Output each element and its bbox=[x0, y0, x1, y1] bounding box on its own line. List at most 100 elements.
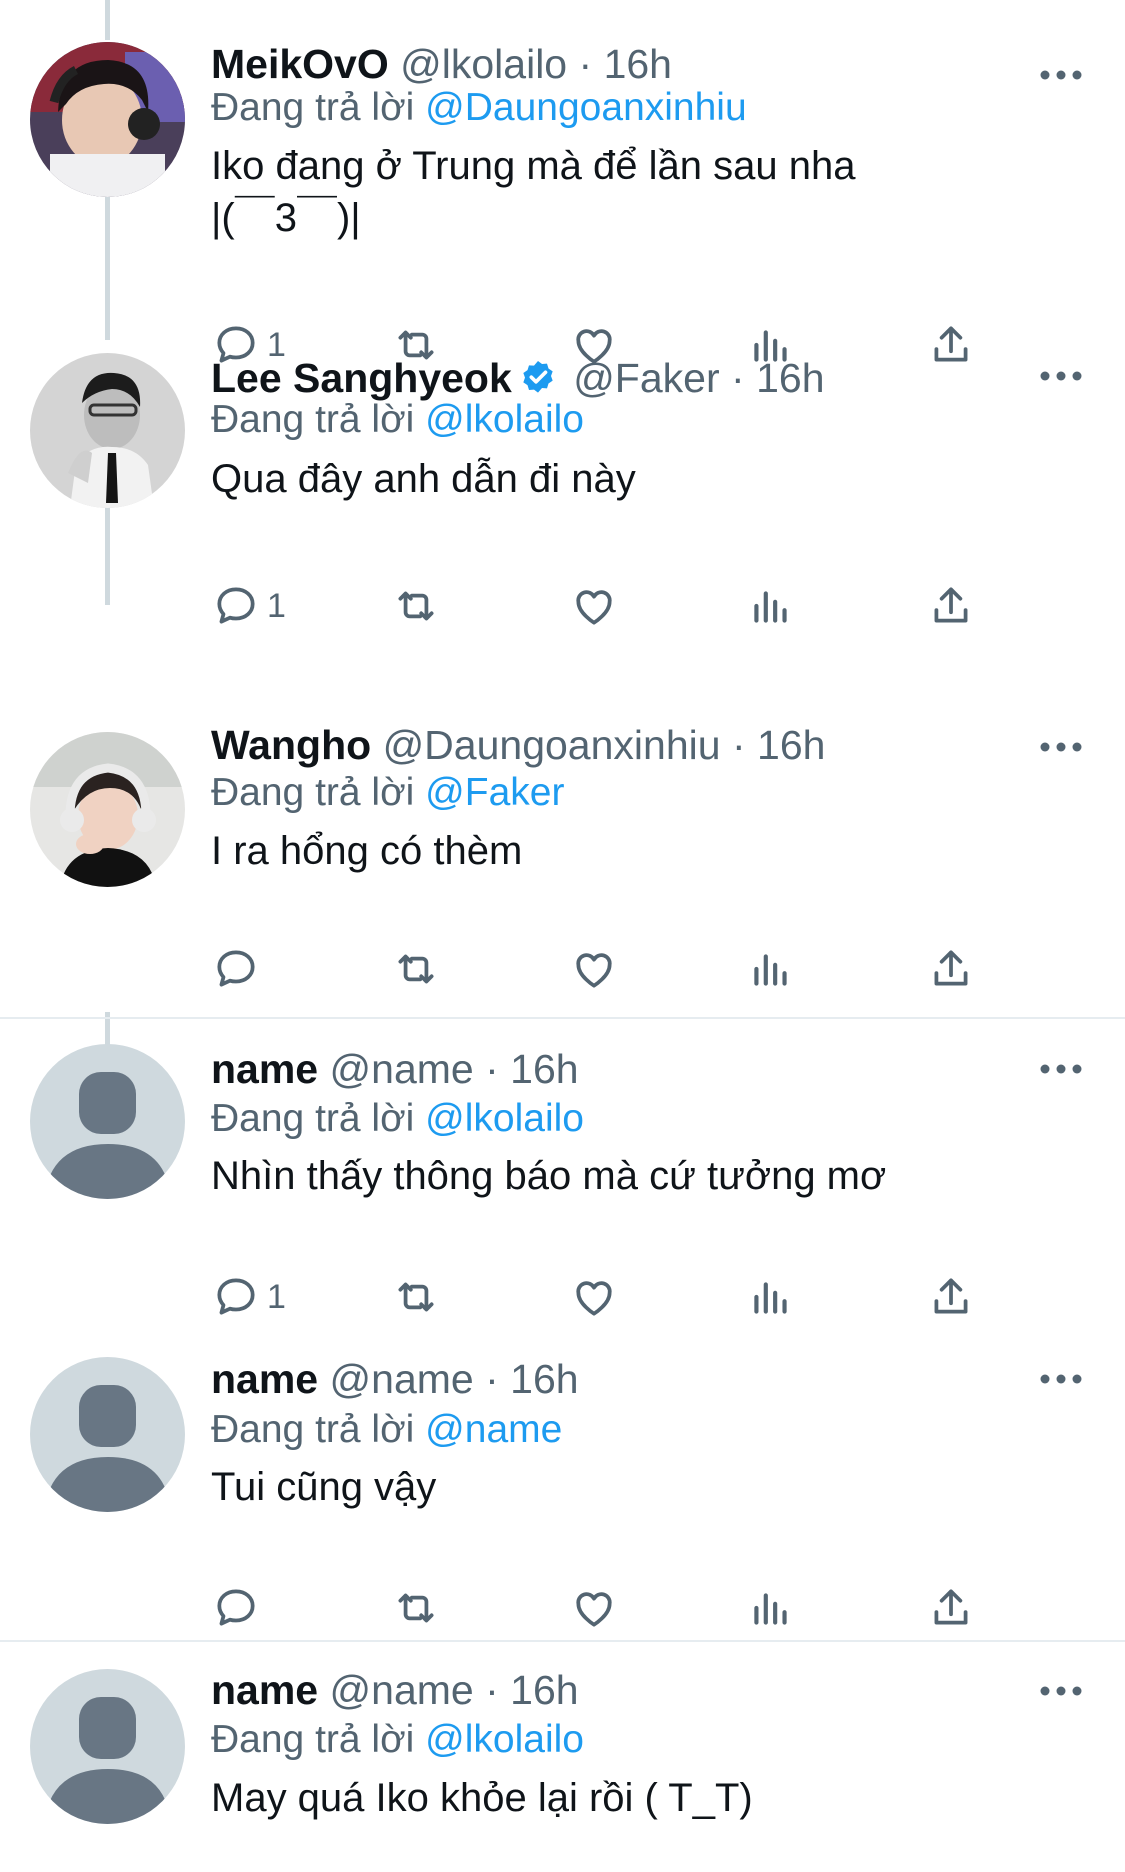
action-bar: 1 bbox=[211, 578, 1011, 634]
display-name[interactable]: name bbox=[211, 1667, 318, 1713]
like-button[interactable] bbox=[569, 1580, 619, 1636]
retweet-icon bbox=[398, 1593, 434, 1623]
user-handle[interactable]: @lkolailo bbox=[400, 41, 567, 87]
views-button[interactable] bbox=[746, 1580, 796, 1636]
separator-dot: · bbox=[485, 1356, 499, 1402]
share-button[interactable] bbox=[926, 578, 976, 634]
more-icon[interactable] bbox=[1038, 1062, 1084, 1076]
tweet-text: I ra hổng có thèm bbox=[211, 825, 1091, 877]
replying-label: Đang trả lời bbox=[211, 1408, 415, 1451]
tweet[interactable]: name @name · 16h Đang trả lời @name Tui … bbox=[0, 1329, 1125, 1639]
avatar-photo bbox=[30, 732, 185, 887]
tweet[interactable]: Lee Sanghyeok @Faker · 16h Đang trả lời … bbox=[0, 340, 1125, 650]
like-button[interactable] bbox=[569, 1269, 619, 1325]
mention-link[interactable]: @lkolailo bbox=[425, 1718, 584, 1761]
avatar-photo bbox=[30, 353, 185, 508]
views-button[interactable] bbox=[746, 1269, 796, 1325]
tweet-text: May quá Iko khỏe lại rồi ( T_T) bbox=[211, 1772, 1091, 1824]
avatar[interactable] bbox=[30, 1669, 185, 1824]
separator-dot: · bbox=[578, 41, 593, 87]
tweet-text-line: I ra hổng có thèm bbox=[211, 829, 523, 873]
like-button[interactable] bbox=[569, 941, 619, 997]
more-icon[interactable] bbox=[1038, 369, 1084, 383]
tweet-text-line: |(￣3￣)| bbox=[211, 196, 361, 240]
views-button[interactable] bbox=[746, 941, 796, 997]
timestamp[interactable]: 16h bbox=[510, 1356, 578, 1402]
reply-count: 1 bbox=[267, 586, 286, 625]
mention-link[interactable]: @lkolailo bbox=[425, 1097, 584, 1140]
tweet-text-line: May quá Iko khỏe lại rồi ( T_T) bbox=[211, 1776, 753, 1820]
mention-link[interactable]: @Faker bbox=[425, 771, 564, 814]
mention-link[interactable]: @Daungoanxinhiu bbox=[425, 86, 746, 129]
user-handle[interactable]: @name bbox=[330, 1046, 474, 1092]
reply-button[interactable] bbox=[211, 1580, 267, 1636]
timestamp[interactable]: 16h bbox=[510, 1667, 578, 1713]
avatar[interactable] bbox=[30, 353, 185, 508]
tweet[interactable]: name @name · 16h Đang trả lời @lkolailo … bbox=[0, 1019, 1125, 1329]
default-avatar bbox=[30, 1357, 185, 1512]
mention-link[interactable]: @lkolailo bbox=[425, 398, 584, 441]
mention-link[interactable]: @name bbox=[425, 1408, 562, 1451]
retweet-button[interactable] bbox=[391, 941, 441, 997]
tweet-text-line: Iko đang ở Trung mà để lần sau nha bbox=[211, 144, 856, 188]
retweet-button[interactable] bbox=[391, 578, 441, 634]
timestamp[interactable]: 16h bbox=[757, 722, 825, 768]
avatar[interactable] bbox=[30, 42, 185, 197]
replying-to-line: Đang trả lời @lkolailo bbox=[211, 1714, 584, 1766]
timestamp[interactable]: 16h bbox=[604, 41, 672, 87]
views-button[interactable] bbox=[746, 578, 796, 634]
retweet-icon bbox=[398, 954, 434, 984]
share-button[interactable] bbox=[926, 1269, 976, 1325]
views-icon bbox=[754, 954, 787, 986]
share-button[interactable] bbox=[926, 941, 976, 997]
like-button[interactable] bbox=[569, 578, 619, 634]
display-name[interactable]: MeikOvO bbox=[211, 41, 389, 87]
retweet-button[interactable] bbox=[391, 1580, 441, 1636]
replying-to-line: Đang trả lời @name bbox=[211, 1404, 562, 1456]
like-icon bbox=[576, 1592, 612, 1627]
reply-button[interactable] bbox=[211, 941, 267, 997]
user-handle[interactable]: @name bbox=[330, 1667, 474, 1713]
timestamp[interactable]: 16h bbox=[510, 1046, 578, 1092]
replying-to-line: Đang trả lời @lkolailo bbox=[211, 394, 584, 446]
share-button[interactable] bbox=[926, 1580, 976, 1636]
replying-to-line: Đang trả lời @Daungoanxinhiu bbox=[211, 82, 747, 134]
like-icon bbox=[576, 590, 612, 625]
display-name[interactable]: name bbox=[211, 1046, 318, 1092]
replying-label: Đang trả lời bbox=[211, 1718, 415, 1761]
separator-dot: · bbox=[731, 722, 746, 768]
replying-label: Đang trả lời bbox=[211, 1097, 415, 1140]
more-icon[interactable] bbox=[1038, 1684, 1084, 1698]
replying-label: Đang trả lời bbox=[211, 86, 415, 129]
tweet[interactable]: Wangho @Daungoanxinhiu · 16h Đang trả lờ… bbox=[0, 650, 1125, 1017]
user-handle[interactable]: @Faker bbox=[573, 355, 719, 401]
views-icon bbox=[754, 1282, 787, 1314]
tweet-text: Iko đang ở Trung mà để lần sau nha |(￣3￣… bbox=[211, 140, 1091, 244]
avatar[interactable] bbox=[30, 732, 185, 887]
views-icon bbox=[754, 1593, 787, 1625]
tweet[interactable]: MeikOvO @lkolailo · 16h Đang trả lời @Da… bbox=[0, 0, 1125, 364]
retweet-icon bbox=[398, 591, 434, 621]
display-name[interactable]: Wangho bbox=[211, 722, 371, 768]
tweet[interactable]: name @name · 16h Đang trả lời @lkolailo … bbox=[0, 1642, 1125, 1872]
timestamp[interactable]: 16h bbox=[756, 355, 824, 401]
share-icon bbox=[934, 950, 968, 986]
share-icon bbox=[934, 1278, 968, 1314]
user-handle[interactable]: @name bbox=[330, 1356, 474, 1402]
replying-to-line: Đang trả lời @lkolailo bbox=[211, 1093, 584, 1145]
avatar[interactable] bbox=[30, 1044, 185, 1199]
user-handle[interactable]: @Daungoanxinhiu bbox=[383, 722, 721, 768]
reply-icon bbox=[217, 587, 255, 624]
like-icon bbox=[576, 1281, 612, 1316]
replying-label: Đang trả lời bbox=[211, 771, 415, 814]
more-icon[interactable] bbox=[1038, 1372, 1084, 1386]
retweet-button[interactable] bbox=[391, 1269, 441, 1325]
display-name[interactable]: name bbox=[211, 1356, 318, 1402]
reply-button[interactable]: 1 bbox=[211, 1269, 286, 1325]
reply-count: 1 bbox=[267, 1277, 286, 1316]
tweet-text: Qua đây anh dẫn đi này bbox=[211, 453, 1091, 505]
more-icon[interactable] bbox=[1038, 68, 1084, 82]
avatar[interactable] bbox=[30, 1357, 185, 1512]
reply-button[interactable]: 1 bbox=[211, 578, 286, 634]
more-icon[interactable] bbox=[1038, 740, 1084, 754]
